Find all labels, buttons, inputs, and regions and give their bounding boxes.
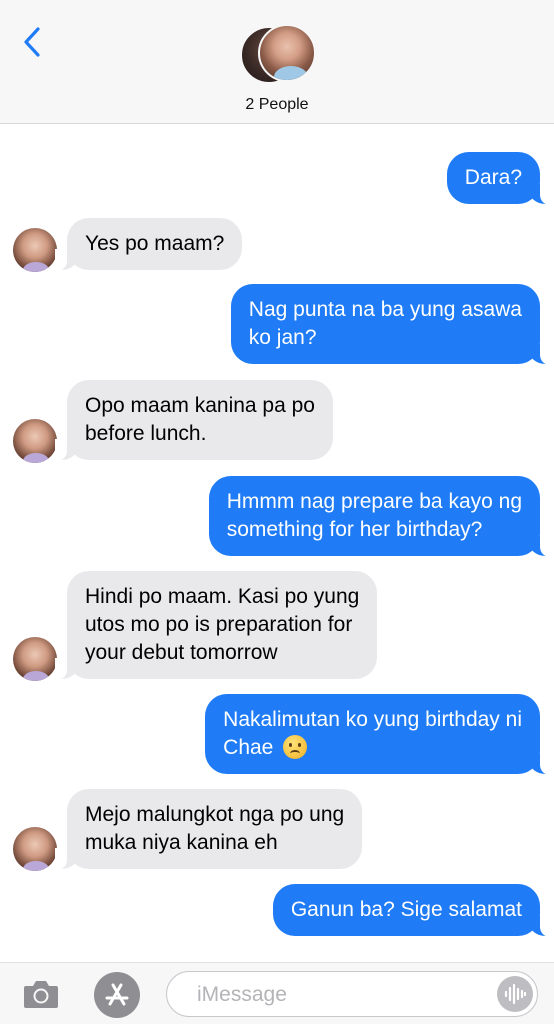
group-label[interactable]: 2 People (0, 96, 554, 114)
camera-button[interactable] (22, 978, 60, 1010)
message-text: Dara? (464, 166, 522, 189)
message-line: your debut tomorrow (85, 641, 278, 664)
message-line: Hmmm nag prepare ba kayo ng (226, 490, 522, 513)
incoming-message[interactable]: Yes po maam? (54, 218, 243, 271)
message-line: muka niya kanina eh (85, 831, 278, 854)
message-text: Yes po maam? (85, 232, 225, 255)
outgoing-message[interactable]: Ganun ba? Sige salamat (272, 884, 553, 937)
message-line: before lunch. (85, 422, 207, 445)
app-store-icon (105, 983, 129, 1006)
sender-avatar[interactable] (13, 637, 57, 681)
message-text: Ganun ba? Sige salamat (290, 898, 522, 921)
incoming-message[interactable]: Opo maam kanina pa po before lunch. (55, 380, 333, 461)
audio-waveform-icon (504, 983, 527, 1005)
chevron-left-icon (24, 27, 40, 57)
message-line: Hindi po maam. Kasi po yung (85, 585, 360, 608)
message-line: something for her birthday? (226, 518, 483, 541)
message-line: Nag punta na ba yung asawa (248, 298, 522, 321)
message-line: utos mo po is preparation for (85, 613, 353, 636)
message-line: Mejo malungkot nga po ung (85, 803, 345, 826)
message-field[interactable] (166, 971, 538, 1017)
app-store-button[interactable] (94, 972, 140, 1018)
back-button[interactable] (14, 22, 50, 62)
sender-avatar[interactable] (13, 827, 57, 871)
camera-icon (24, 981, 58, 1008)
incoming-message[interactable]: Hindi po maam. Kasi po yung utos mo po i… (54, 571, 378, 680)
message-line: ko jan? (248, 326, 317, 349)
avatar (258, 24, 316, 82)
message-input-bar (0, 962, 554, 1024)
incoming-message[interactable]: Mejo malungkot nga po ung muka niya kani… (54, 789, 363, 870)
conversation-header: 2 People (0, 0, 554, 124)
message-line: Chae (223, 736, 274, 759)
message-input[interactable] (197, 982, 487, 1008)
group-avatar[interactable] (240, 24, 316, 86)
sender-avatar[interactable] (13, 419, 57, 463)
outgoing-message[interactable]: Nakalimutan ko yung birthday ni Chae (205, 694, 552, 775)
message-line: Nakalimutan ko yung birthday ni (223, 708, 522, 731)
message-thread[interactable]: Dara? Yes po maam? Nag punta na ba yung … (0, 124, 554, 962)
frowning-face-icon (283, 735, 308, 759)
message-line: Opo maam kanina pa po (85, 394, 315, 417)
outgoing-message[interactable]: Dara? (446, 152, 553, 205)
audio-message-button[interactable] (497, 976, 533, 1012)
outgoing-message[interactable]: Nag punta na ba yung asawa ko jan? (230, 284, 553, 365)
sender-avatar[interactable] (13, 228, 57, 272)
outgoing-message[interactable]: Hmmm nag prepare ba kayo ng something fo… (208, 476, 553, 557)
